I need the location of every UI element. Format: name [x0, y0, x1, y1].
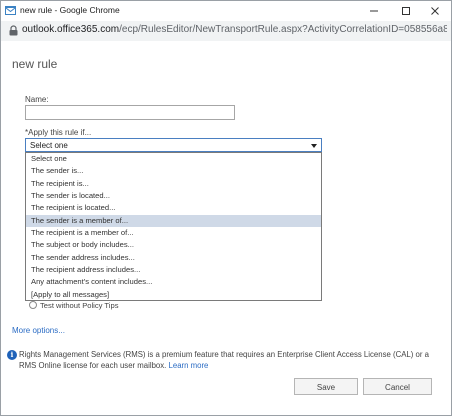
more-options-link[interactable]: More options...: [12, 326, 65, 335]
close-icon: [431, 7, 439, 15]
dropdown-option[interactable]: The recipient is located...: [26, 202, 321, 214]
title-bar: new rule - Google Chrome: [1, 1, 451, 21]
name-label: Name:: [25, 95, 49, 104]
test-without-policy-tips-option[interactable]: Test without Policy Tips: [29, 300, 119, 310]
dropdown-option[interactable]: The sender is a member of...: [26, 214, 321, 228]
page-title: new rule: [12, 57, 58, 71]
chevron-down-icon: [311, 144, 317, 148]
info-icon: i: [7, 350, 17, 360]
app-icon: [5, 6, 16, 15]
dropdown-option[interactable]: The sender is located...: [26, 190, 321, 202]
url-path: /ecp/RulesEditor/NewTransportRule.aspx?A…: [119, 24, 447, 35]
maximize-button[interactable]: [390, 1, 422, 21]
lock-icon: [9, 25, 18, 36]
dropdown-option[interactable]: The sender is...: [26, 165, 321, 177]
window-title: new rule - Google Chrome: [20, 5, 120, 15]
url-text[interactable]: outlook.office365.com/ecp/RulesEditor/Ne…: [22, 24, 447, 35]
dropdown-option[interactable]: The recipient is...: [26, 178, 321, 190]
cancel-button[interactable]: Cancel: [363, 378, 432, 395]
url-host: outlook.office365.com: [22, 24, 120, 35]
rms-info-message: Rights Management Services (RMS) is a pr…: [19, 350, 429, 370]
maximize-icon: [402, 7, 410, 15]
dropdown-option[interactable]: Any attachment's content includes...: [26, 276, 321, 288]
radio-button[interactable]: [29, 301, 37, 309]
save-button[interactable]: Save: [294, 378, 358, 395]
radio-label: Test without Policy Tips: [40, 300, 119, 310]
minimize-button[interactable]: [358, 1, 390, 21]
apply-rule-dropdown[interactable]: Select one The sender is... The recipien…: [25, 152, 322, 301]
rms-info-text: Rights Management Services (RMS) is a pr…: [19, 349, 444, 371]
apply-rule-label: *Apply this rule if...: [25, 128, 92, 137]
name-input[interactable]: [25, 105, 235, 120]
close-button[interactable]: [419, 1, 451, 21]
select-value: Select one: [30, 141, 68, 150]
minimize-icon: [370, 10, 378, 12]
dropdown-option[interactable]: The recipient address includes...: [26, 264, 321, 276]
dropdown-option[interactable]: The recipient is a member of...: [26, 227, 321, 239]
address-bar[interactable]: outlook.office365.com/ecp/RulesEditor/Ne…: [1, 21, 451, 41]
apply-rule-select[interactable]: Select one: [25, 138, 322, 152]
dropdown-option[interactable]: Select one: [26, 153, 321, 165]
dropdown-option[interactable]: The sender address includes...: [26, 252, 321, 264]
browser-window: new rule - Google Chrome outlook.office3…: [0, 0, 452, 416]
learn-more-link[interactable]: Learn more: [169, 361, 209, 370]
dropdown-option[interactable]: The subject or body includes...: [26, 239, 321, 251]
